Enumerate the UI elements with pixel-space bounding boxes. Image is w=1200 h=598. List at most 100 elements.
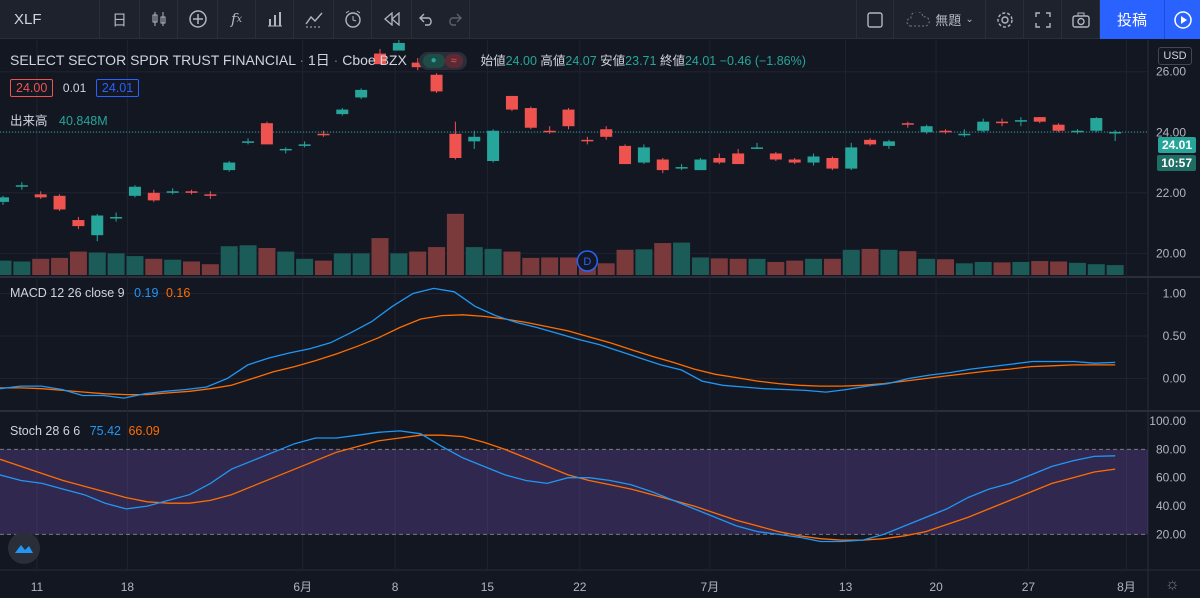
chart-canvas[interactable]: 11 18 6月 8 15 22 7月 13 20 27 8月 26.00 24.00 22.00 20.0… — [0, 40, 1200, 598]
fullscreen-icon[interactable] — [1024, 0, 1062, 39]
candle — [468, 130, 481, 149]
volume-bar — [164, 259, 182, 275]
candle-style-icon[interactable] — [140, 0, 178, 39]
bid-ask-row: 24.00 0.01 24.01 — [10, 79, 140, 97]
stoch-label: Stoch 28 6 6 — [10, 424, 81, 438]
last-price-tag: 24.01 — [1157, 137, 1196, 153]
eye-toggle[interactable]: ● ≈ — [418, 52, 467, 71]
volume-bar — [126, 256, 144, 275]
indicators-fx-icon[interactable]: fx — [218, 0, 256, 39]
candle — [713, 153, 726, 165]
spread-value: 0.01 — [62, 81, 87, 95]
compare-add-icon[interactable] — [178, 0, 218, 39]
volume-bar — [767, 261, 785, 275]
candle — [242, 138, 255, 145]
symbol-search[interactable]: XLF — [0, 0, 100, 39]
candle-body — [751, 147, 763, 149]
candle-body — [656, 159, 669, 171]
candle-body — [1071, 130, 1084, 133]
volume-bar — [522, 257, 540, 275]
volume-bar — [314, 260, 332, 275]
candle-body — [147, 192, 160, 201]
candle-body — [166, 191, 179, 193]
candle — [619, 144, 632, 165]
cloud-icon — [906, 11, 930, 26]
change-value: −0.46 (−1.86%) — [719, 54, 806, 68]
macd-signal-line — [0, 314, 1116, 396]
candle-body — [204, 194, 217, 196]
candle-body — [185, 191, 198, 193]
volume-bar — [296, 258, 314, 275]
candle-body — [34, 194, 47, 198]
volume-bar — [390, 253, 408, 275]
candle-body — [732, 153, 745, 165]
volume-bar — [183, 261, 200, 275]
candle-body — [15, 185, 28, 187]
volume-bar — [974, 261, 992, 275]
volume-bar — [446, 213, 464, 275]
candle-body — [958, 133, 971, 136]
volume-bar — [937, 259, 954, 275]
tradingview-logo-icon[interactable] — [8, 532, 40, 564]
candle-body — [977, 121, 990, 131]
candle-body — [260, 123, 273, 145]
volume-bar — [13, 261, 31, 275]
candle-body — [581, 139, 594, 142]
candle-body — [713, 158, 726, 163]
interval-button[interactable]: 日 — [100, 0, 140, 39]
layout-menu[interactable]: 無題 ⌄ — [894, 0, 986, 39]
candle — [996, 118, 1009, 127]
fullscreen-square-icon[interactable] — [856, 0, 894, 39]
candle — [882, 139, 895, 149]
bar-chart-icon[interactable] — [256, 0, 294, 39]
stoch-band — [0, 449, 1148, 535]
volume-bar — [541, 257, 559, 275]
settings-sun-icon[interactable]: ☼ — [1165, 576, 1180, 594]
macd-value: 0.19 — [134, 286, 159, 300]
candle-body — [600, 129, 613, 137]
currency-label[interactable]: USD — [1158, 47, 1192, 65]
volume-bar — [409, 251, 427, 275]
candle-body — [920, 126, 933, 133]
settings-gear-icon[interactable] — [986, 0, 1024, 39]
undo-icon[interactable] — [412, 0, 440, 39]
post-button[interactable]: 投稿 — [1100, 0, 1164, 39]
volume-bar — [277, 251, 295, 275]
volume-bar — [786, 260, 804, 275]
replay-icon[interactable] — [372, 0, 412, 39]
candle — [0, 195, 9, 205]
candle — [656, 158, 669, 174]
candle-body — [128, 186, 141, 196]
candle-body — [543, 130, 556, 133]
candle — [524, 106, 537, 130]
alarm-clock-icon[interactable] — [334, 0, 372, 39]
candle-body — [1014, 120, 1027, 122]
candle — [430, 73, 443, 93]
stoch-axis-label: 40.00 — [1156, 499, 1186, 513]
candle-body — [1052, 124, 1065, 131]
candle — [807, 153, 820, 166]
candle-body — [524, 108, 537, 128]
volume-bar — [371, 238, 389, 275]
templates-icon[interactable] — [294, 0, 334, 39]
candle-body — [637, 147, 650, 163]
redo-icon[interactable] — [440, 0, 470, 39]
layout-name: 無題 — [935, 13, 962, 28]
volume-bar — [484, 248, 502, 275]
volume-bar — [673, 242, 691, 275]
ask-value[interactable]: 24.01 — [95, 79, 140, 97]
candle-body — [1033, 117, 1046, 122]
candle — [260, 121, 273, 145]
candle — [694, 158, 707, 171]
volume-bar — [1012, 261, 1030, 275]
macd-legend: MACD 12 26 close 9 0.19 0.16 — [10, 286, 190, 300]
candle — [505, 95, 518, 112]
candle — [581, 136, 594, 145]
volume-bar — [918, 258, 936, 275]
camera-icon[interactable] — [1062, 0, 1100, 39]
bid-value[interactable]: 24.00 — [10, 79, 54, 97]
candle-body — [279, 148, 292, 151]
signal-value: 0.16 — [165, 286, 191, 300]
play-icon[interactable] — [1164, 0, 1200, 39]
low-label: 安値 — [600, 54, 626, 68]
